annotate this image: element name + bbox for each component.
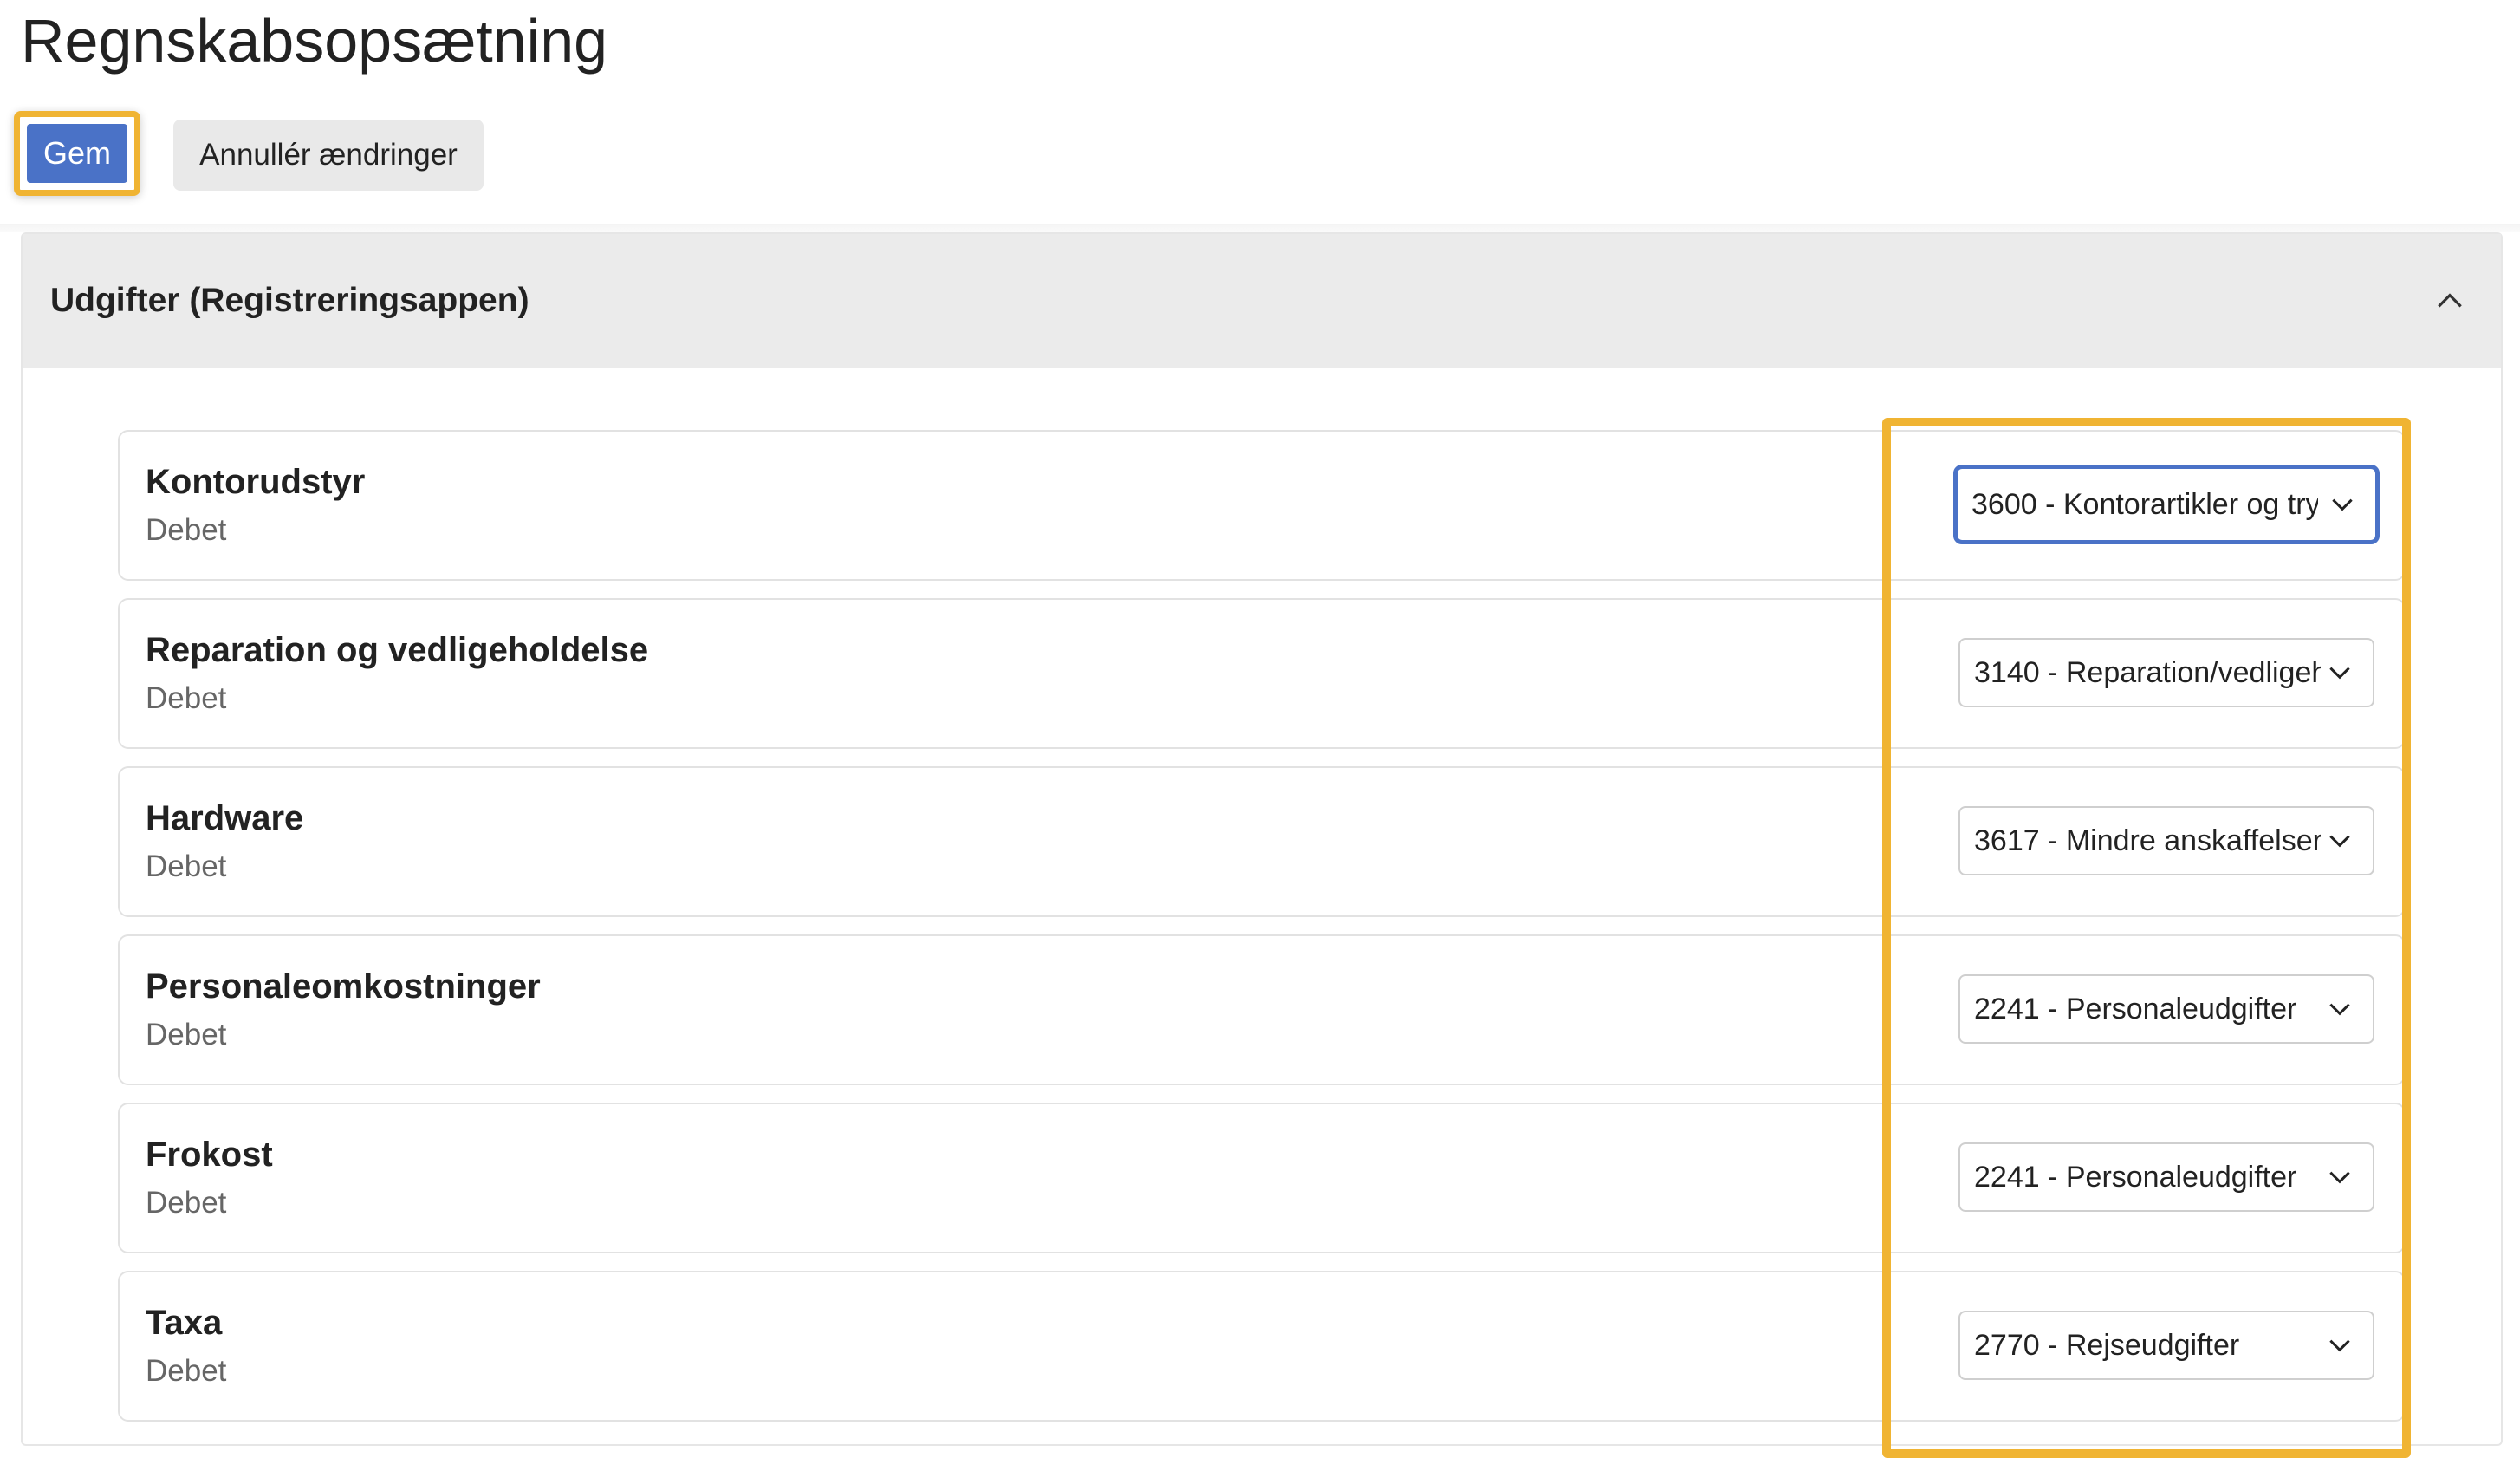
page-title: Regnskabsopsætning: [21, 7, 608, 75]
account-select[interactable]: 2770 - Rejseudgifter: [1958, 1311, 2374, 1380]
list-item: Reparation og vedligeholdelse Debet 3140…: [118, 598, 2406, 749]
account-select-value: 3600 - Kontorartikler og tryksager: [1971, 487, 2318, 521]
list-item: Frokost Debet 2241 - Personaleudgifter: [118, 1103, 2406, 1253]
cancel-changes-button[interactable]: Annullér ændringer: [173, 120, 484, 191]
chevron-down-icon: [2332, 498, 2353, 511]
section-title: Udgifter (Registreringsappen): [50, 282, 529, 319]
list-item: Personaleomkostninger Debet 2241 - Perso…: [118, 934, 2406, 1085]
category-title: Frokost: [146, 1136, 273, 1174]
chevron-down-icon: [2329, 1339, 2350, 1352]
category-type: Debet: [146, 1018, 227, 1051]
account-select[interactable]: 2241 - Personaleudgifter: [1958, 974, 2374, 1044]
account-select[interactable]: 3140 - Reparation/vedligeholdelse: [1958, 638, 2374, 707]
category-type: Debet: [146, 1186, 227, 1220]
account-select[interactable]: 3617 - Mindre anskaffelser: [1958, 806, 2374, 875]
category-type: Debet: [146, 681, 227, 715]
account-select[interactable]: 3600 - Kontorartikler og tryksager: [1953, 465, 2380, 544]
category-title: Personaleomkostninger: [146, 967, 541, 1006]
account-select-value: 2241 - Personaleudgifter: [1974, 992, 2297, 1025]
account-select-value: 3140 - Reparation/vedligeholdelse: [1974, 655, 2321, 689]
expenses-section: Udgifter (Registreringsappen) Kontorudst…: [21, 232, 2503, 1446]
category-title: Hardware: [146, 799, 304, 837]
chevron-down-icon: [2329, 1171, 2350, 1184]
category-type: Debet: [146, 513, 227, 547]
category-type: Debet: [146, 1354, 227, 1388]
category-type: Debet: [146, 849, 227, 883]
category-title: Taxa: [146, 1304, 223, 1342]
category-title: Kontorudstyr: [146, 463, 366, 501]
list-item: Hardware Debet 3617 - Mindre anskaffelse…: [118, 766, 2406, 917]
toolbar-divider: [0, 224, 2520, 232]
chevron-down-icon: [2329, 1003, 2350, 1016]
list-item: Kontorudstyr Debet 3600 - Kontorartikler…: [118, 430, 2406, 581]
expenses-section-header[interactable]: Udgifter (Registreringsappen): [23, 234, 2501, 368]
account-select-value: 2770 - Rejseudgifter: [1974, 1328, 2240, 1362]
save-button[interactable]: Gem: [27, 124, 127, 183]
account-select[interactable]: 2241 - Personaleudgifter: [1958, 1142, 2374, 1212]
save-button-highlight: Gem: [14, 111, 140, 196]
chevron-down-icon: [2329, 835, 2350, 848]
account-select-value: 2241 - Personaleudgifter: [1974, 1160, 2297, 1194]
account-select-value: 3617 - Mindre anskaffelser: [1974, 823, 2321, 857]
chevron-up-icon[interactable]: [2433, 284, 2466, 317]
chevron-down-icon: [2329, 667, 2350, 680]
category-title: Reparation og vedligeholdelse: [146, 631, 649, 669]
list-item: Taxa Debet 2770 - Rejseudgifter: [118, 1271, 2406, 1422]
